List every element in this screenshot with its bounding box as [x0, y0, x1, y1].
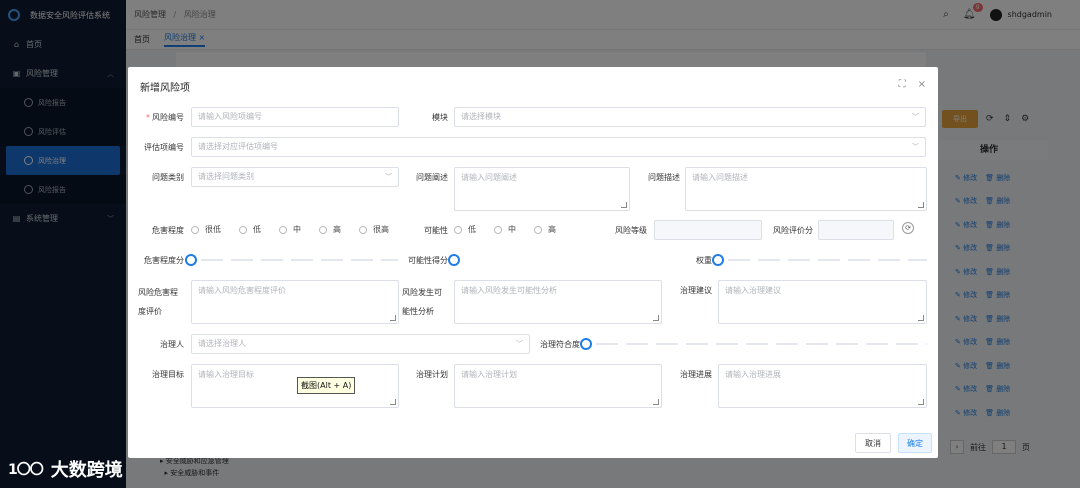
- harm-eval-textarea[interactable]: 请输入风险危害程度评价: [191, 280, 399, 324]
- progress-label: 治理进展: [680, 370, 712, 379]
- screenshot-tooltip: 截图(Alt + A): [297, 377, 356, 394]
- plan-textarea[interactable]: 请输入治理计划: [454, 364, 662, 408]
- compliance-slider[interactable]: [580, 338, 927, 350]
- problem-desc2-label: 问题描述: [648, 173, 680, 182]
- dialog-title: 新增风险项: [140, 83, 190, 94]
- risk-no-label: * 风险编号: [146, 113, 184, 122]
- watermark-text: 大数跨境: [50, 460, 123, 481]
- risk-no-input[interactable]: 请输入风险项编号: [191, 107, 399, 127]
- problem-desc-textarea[interactable]: 请输入问题阐述: [454, 167, 630, 211]
- possibility-radio-group: 低 中 高: [454, 224, 574, 235]
- radio-possibility-high[interactable]: 高: [534, 224, 556, 235]
- problem-desc2-textarea[interactable]: 请输入问题描述: [685, 167, 927, 211]
- possibility-score-slider[interactable]: [448, 254, 462, 266]
- possibility-label: 可能性: [424, 226, 448, 235]
- weight-slider[interactable]: [712, 254, 927, 266]
- plan-label: 治理计划: [416, 370, 448, 379]
- eval-no-label: 评估项编号: [144, 143, 184, 152]
- chevron-down-icon: ﹀: [912, 113, 919, 121]
- watermark: 1〇〇 大数跨境: [8, 456, 123, 482]
- radio-harm-very-low[interactable]: 很低: [191, 224, 221, 235]
- risk-grade-input[interactable]: [654, 220, 762, 240]
- refresh-score-icon[interactable]: ⟳: [902, 222, 914, 234]
- chevron-down-icon: ﹀: [516, 340, 523, 348]
- progress-textarea[interactable]: 请输入治理进展: [718, 364, 927, 408]
- problem-type-select[interactable]: 请选择问题类别 ﹀: [191, 167, 399, 187]
- close-icon[interactable]: ×: [918, 79, 926, 90]
- module-label: 模块: [432, 113, 448, 122]
- harm-eval-label: 风险危害程 度评价: [138, 288, 178, 316]
- harm-level-radio-group: 很低 低 中 高 很高: [191, 224, 407, 235]
- harm-score-slider[interactable]: [185, 254, 398, 266]
- suggestion-textarea[interactable]: 请输入治理建议: [718, 280, 927, 324]
- possibility-analysis-textarea[interactable]: 请输入风险发生可能性分析: [454, 280, 662, 324]
- dialog-controls: ⛶ ×: [899, 79, 926, 90]
- module-select[interactable]: 请选择模块 ﹀: [454, 107, 926, 127]
- problem-type-label: 问题类别: [152, 173, 184, 182]
- suggestion-label: 治理建议: [680, 286, 712, 295]
- slider-handle[interactable]: [580, 338, 592, 350]
- eval-no-select[interactable]: 请选择对应评估项编号 ﹀: [191, 137, 926, 157]
- radio-harm-medium[interactable]: 中: [279, 224, 301, 235]
- fullscreen-icon[interactable]: ⛶: [899, 79, 906, 90]
- goal-label: 治理目标: [152, 370, 184, 379]
- chevron-down-icon: ﹀: [912, 143, 919, 151]
- radio-possibility-medium[interactable]: 中: [494, 224, 516, 235]
- goal-textarea[interactable]: 请输入治理目标: [191, 364, 399, 408]
- radio-possibility-low[interactable]: 低: [454, 224, 476, 235]
- owner-label: 治理人: [160, 340, 184, 349]
- problem-desc-label: 问题阐述: [416, 173, 448, 182]
- chevron-down-icon: ﹀: [385, 173, 392, 181]
- radio-harm-low[interactable]: 低: [239, 224, 261, 235]
- risk-score-input[interactable]: [818, 220, 894, 240]
- radio-harm-high[interactable]: 高: [319, 224, 341, 235]
- harm-score-label: 危害程度分: [144, 256, 184, 265]
- weight-label: 权重: [696, 256, 712, 265]
- cancel-button[interactable]: 取消: [855, 433, 891, 453]
- risk-grade-label: 风险等级: [615, 226, 647, 235]
- possibility-score-label: 可能性得分: [408, 256, 448, 265]
- add-risk-dialog: 新增风险项 ⛶ × * 风险编号 请输入风险项编号 模块 请选择模块 ﹀ 评估项编号…: [128, 67, 938, 458]
- risk-score-label: 风险评价分: [773, 226, 813, 235]
- owner-select[interactable]: 请选择治理人 ﹀: [191, 334, 530, 354]
- compliance-label: 治理符合度: [540, 340, 580, 349]
- confirm-button[interactable]: 确定: [898, 433, 932, 453]
- harm-level-label: 危害程度: [152, 226, 184, 235]
- radio-harm-very-high[interactable]: 很高: [359, 224, 389, 235]
- watermark-logo: 1〇〇: [8, 462, 44, 478]
- slider-handle[interactable]: [185, 254, 197, 266]
- slider-handle[interactable]: [448, 254, 460, 266]
- slider-handle[interactable]: [712, 254, 724, 266]
- possibility-analysis-label: 风险发生可 能性分析: [402, 288, 442, 316]
